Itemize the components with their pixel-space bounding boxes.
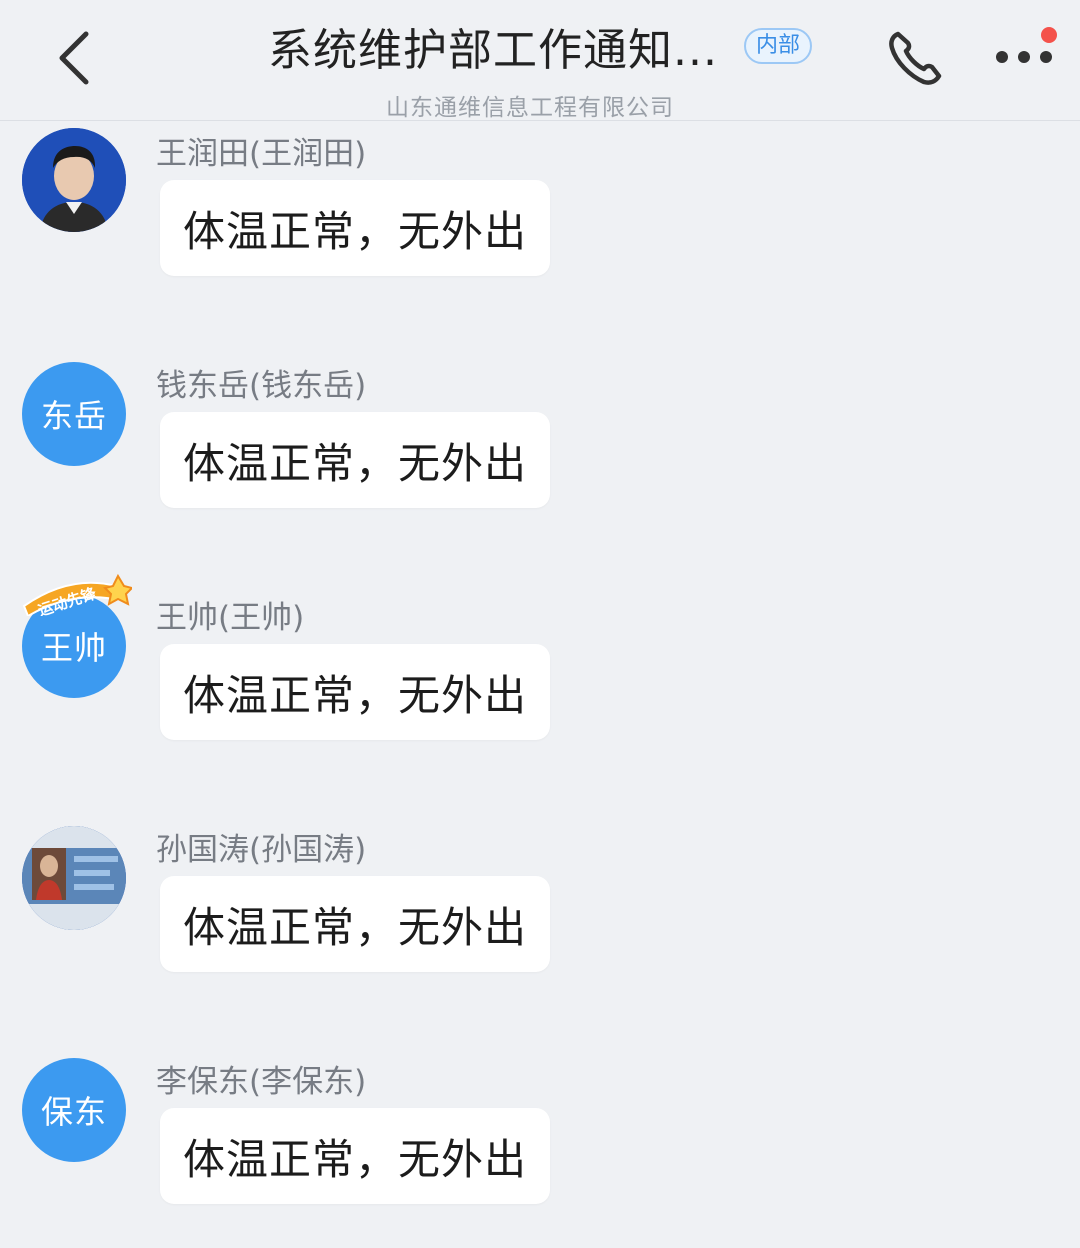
message-bubble[interactable]: 体温正常，无外出 (160, 1108, 550, 1204)
message-bubble[interactable]: 体温正常，无外出 (160, 412, 550, 508)
chat-header: 系统维护部工作通知... 内部 山东通维信息工程有限公司 (0, 0, 1080, 121)
sender-name: 钱东岳(钱东岳) (156, 368, 367, 404)
sports-pioneer-badge-icon: 运动先锋 (22, 573, 132, 616)
phone-icon (889, 31, 942, 85)
organization-name: 山东通维信息工程有限公司 (386, 95, 674, 121)
chat-title-block[interactable]: 系统维护部工作通知... 内部 山东通维信息工程有限公司 (200, 14, 880, 122)
sender-name: 李保东(李保东) (156, 1064, 367, 1100)
message-row: 王帅 运动先锋 王帅(王帅) 体温正常，无外出 (0, 573, 1080, 784)
message-bubble[interactable]: 体温正常，无外出 (160, 180, 550, 276)
avatar[interactable]: 东岳 (22, 362, 126, 466)
message-row: 孙国涛(孙国涛) 体温正常，无外出 (0, 816, 1080, 1016)
sender-name: 王帅(王帅) (156, 600, 305, 636)
avatar[interactable] (22, 826, 126, 930)
message-row: 保东 李保东(李保东) 体温正常，无外出 (0, 1048, 1080, 1248)
avatar[interactable]: 保东 (22, 1058, 126, 1162)
internal-badge: 内部 (743, 28, 812, 64)
sender-name: 王润田(王润田) (156, 136, 367, 172)
back-button[interactable] (50, 28, 100, 88)
profile-photo-icon (22, 826, 126, 930)
message-row: 东岳 钱东岳(钱东岳) 体温正常，无外出 (0, 352, 1080, 552)
message-bubble[interactable]: 体温正常，无外出 (160, 644, 550, 740)
call-button[interactable] (884, 26, 948, 90)
avatar[interactable] (22, 128, 126, 232)
message-bubble[interactable]: 体温正常，无外出 (160, 876, 550, 972)
profile-photo-icon (22, 128, 126, 232)
sender-name: 孙国涛(孙国涛) (156, 832, 367, 868)
message-row: 王润田(王润田) 体温正常，无外出 (0, 120, 1080, 320)
chat-title: 系统维护部工作通知... (268, 25, 718, 76)
notification-dot (1041, 27, 1057, 43)
chevron-left-icon (59, 31, 89, 85)
